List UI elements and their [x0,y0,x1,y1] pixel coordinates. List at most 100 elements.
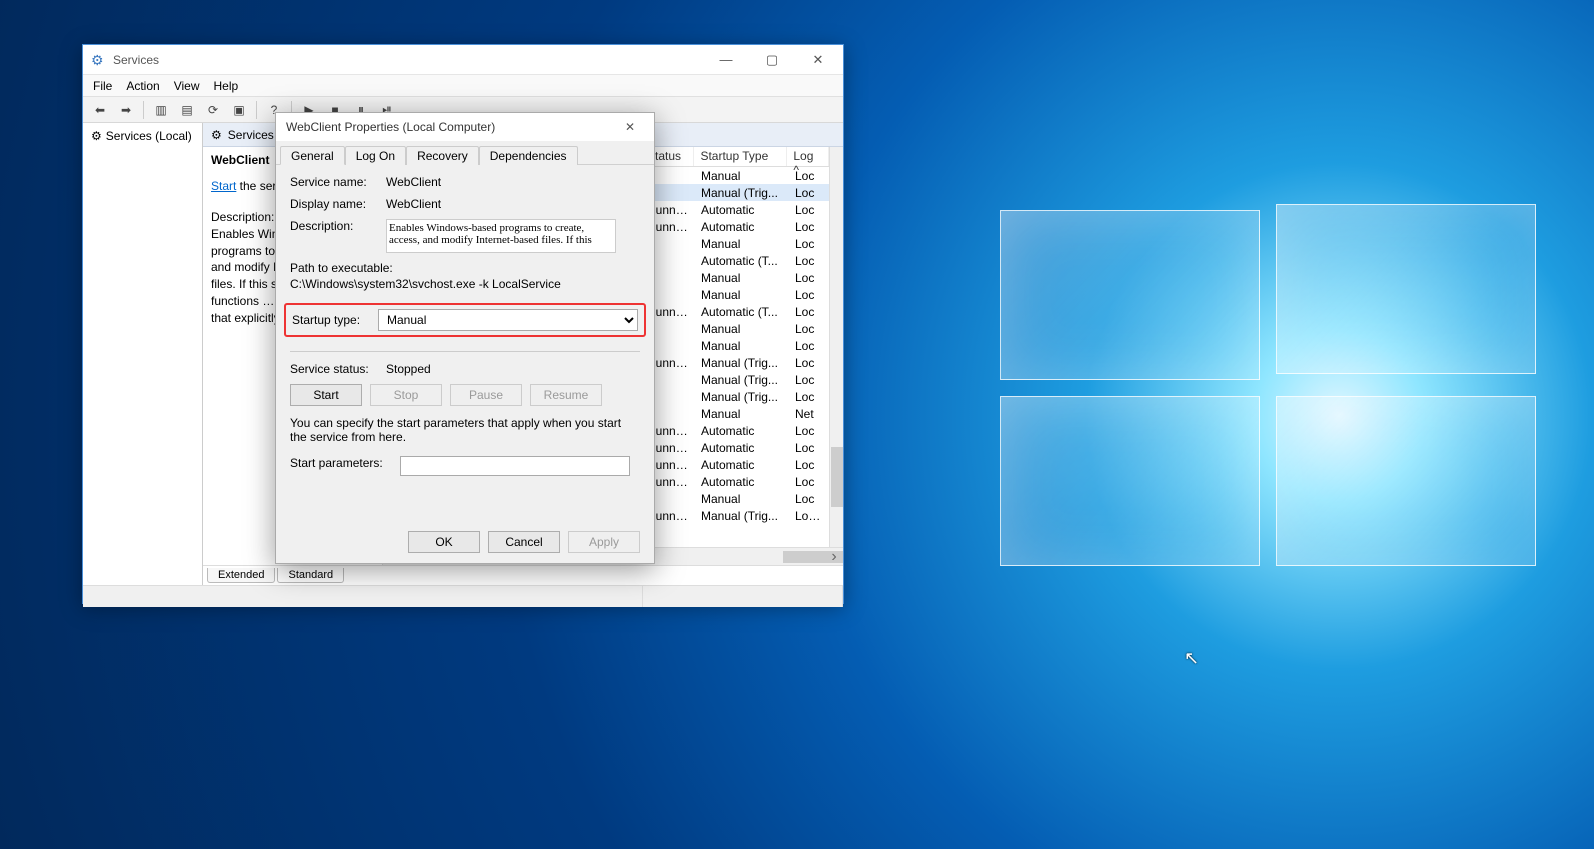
table-row[interactable]: ManualLoc [641,269,843,286]
menu-view[interactable]: View [174,79,200,93]
cell-logon: Loc v [789,509,829,523]
menubar: File Action View Help [83,75,843,97]
startup-type-label: Startup type: [292,313,368,327]
cell-logon: Loc [789,390,829,404]
properties-button[interactable]: ▣ [228,99,250,121]
cell-logon: Loc [789,271,829,285]
table-row[interactable]: Manual (Trig...Loc [641,371,843,388]
table-row[interactable]: RunningManual (Trig...Loc v [641,507,843,524]
description-field[interactable]: Enables Windows-based programs to create… [386,219,616,253]
table-row[interactable]: RunningAutomaticLoc [641,218,843,235]
cell-logon: Net [789,407,829,421]
table-row[interactable]: ManualLoc [641,490,843,507]
cell-logon: Loc [789,356,829,370]
tab-recovery[interactable]: Recovery [406,146,479,165]
cell-startup: Automatic [695,424,789,438]
refresh-button[interactable]: ⟳ [202,99,224,121]
path-label: Path to executable: [290,261,640,275]
tab-general[interactable]: General [280,146,345,165]
cell-startup: Manual (Trig... [695,509,789,523]
cell-logon: Loc [789,475,829,489]
ok-button[interactable]: OK [408,531,480,553]
cell-logon: Loc [789,339,829,353]
cell-startup: Automatic [695,475,789,489]
table-row[interactable]: RunningManual (Trig...Loc [641,354,843,371]
table-row[interactable]: Manual (Trig...Loc [641,388,843,405]
menu-help[interactable]: Help [214,79,239,93]
cell-startup: Automatic (T... [695,254,789,268]
gear-icon: ⚙ [91,129,102,143]
table-row[interactable]: ManualLoc [641,286,843,303]
menu-action[interactable]: Action [126,79,159,93]
tab-extended[interactable]: Extended [207,568,275,583]
stop-button: Stop [370,384,442,406]
cell-startup: Automatic [695,441,789,455]
display-name-value: WebClient [386,197,640,211]
list-header: Status Startup Type Log ^ [641,147,829,167]
properties-dialog: WebClient Properties (Local Computer) ✕ … [275,112,655,564]
pause-button: Pause [450,384,522,406]
startup-type-select[interactable]: Manual [378,309,638,331]
forward-button[interactable]: ➡ [115,99,137,121]
close-button[interactable]: ✕ [610,114,650,140]
cell-startup: Manual (Trig... [695,390,789,404]
cell-startup: Manual [695,322,789,336]
table-row[interactable]: RunningAutomaticLoc [641,201,843,218]
nav-root[interactable]: ⚙ Services (Local) [87,127,198,145]
statusbar [83,585,843,607]
service-status-value: Stopped [386,362,640,376]
titlebar[interactable]: ⚙ Services — ▢ ✕ [83,45,843,75]
cell-logon: Loc [789,492,829,506]
table-row[interactable]: ManualLoc [641,167,843,184]
table-row[interactable]: RunningAutomaticLoc [641,422,843,439]
cell-logon: Loc [789,203,829,217]
scroll-thumb[interactable] [831,447,843,507]
cell-logon: Loc [789,373,829,387]
table-row[interactable]: ManualLoc [641,235,843,252]
service-name-value: WebClient [386,175,640,189]
table-row[interactable]: Manual (Trig...Loc [641,184,843,201]
minimize-button[interactable]: — [703,46,749,74]
dialog-titlebar[interactable]: WebClient Properties (Local Computer) ✕ [276,113,654,141]
menu-file[interactable]: File [93,79,112,93]
start-button[interactable]: Start [290,384,362,406]
close-button[interactable]: ✕ [795,46,841,74]
back-button[interactable]: ⬅ [89,99,111,121]
tab-dependencies[interactable]: Dependencies [479,146,578,165]
col-logon[interactable]: Log ^ [787,147,829,166]
table-row[interactable]: Automatic (T...Loc [641,252,843,269]
nav-tree: ⚙ Services (Local) [83,123,203,585]
table-row[interactable]: ManualNet [641,405,843,422]
startup-type-highlight: Startup type: Manual [284,303,646,337]
cell-logon: Loc [789,458,829,472]
cell-logon: Loc [789,441,829,455]
cell-startup: Manual [695,339,789,353]
start-parameters-input[interactable] [400,456,630,476]
cell-startup: Manual (Trig... [695,356,789,370]
vertical-scrollbar[interactable] [829,147,843,547]
table-row[interactable]: RunningAutomaticLoc [641,456,843,473]
cell-startup: Automatic [695,203,789,217]
maximize-button[interactable]: ▢ [749,46,795,74]
tab-logon[interactable]: Log On [345,146,406,165]
table-row[interactable]: RunningAutomaticLoc [641,439,843,456]
cell-logon: Loc [789,322,829,336]
table-row[interactable]: RunningAutomaticLoc [641,473,843,490]
start-parameters-label: Start parameters: [290,456,390,470]
table-row[interactable]: ManualLoc [641,337,843,354]
col-startup-type[interactable]: Startup Type [694,147,787,166]
show-hide-tree-button[interactable]: ▥ [150,99,172,121]
table-row[interactable]: RunningAutomatic (T...Loc [641,303,843,320]
tab-standard[interactable]: Standard [277,568,344,583]
cell-startup: Manual (Trig... [695,186,789,200]
scroll-right-icon[interactable]: › [825,548,843,565]
mouse-cursor-icon: ↖ [1184,648,1199,669]
cell-logon: Loc [789,254,829,268]
export-list-button[interactable]: ▤ [176,99,198,121]
service-status-label: Service status: [290,362,376,376]
cancel-button[interactable]: Cancel [488,531,560,553]
table-row[interactable]: ManualLoc [641,320,843,337]
cell-logon: Loc [789,305,829,319]
start-link[interactable]: Start [211,179,236,193]
cell-logon: Loc [789,186,829,200]
